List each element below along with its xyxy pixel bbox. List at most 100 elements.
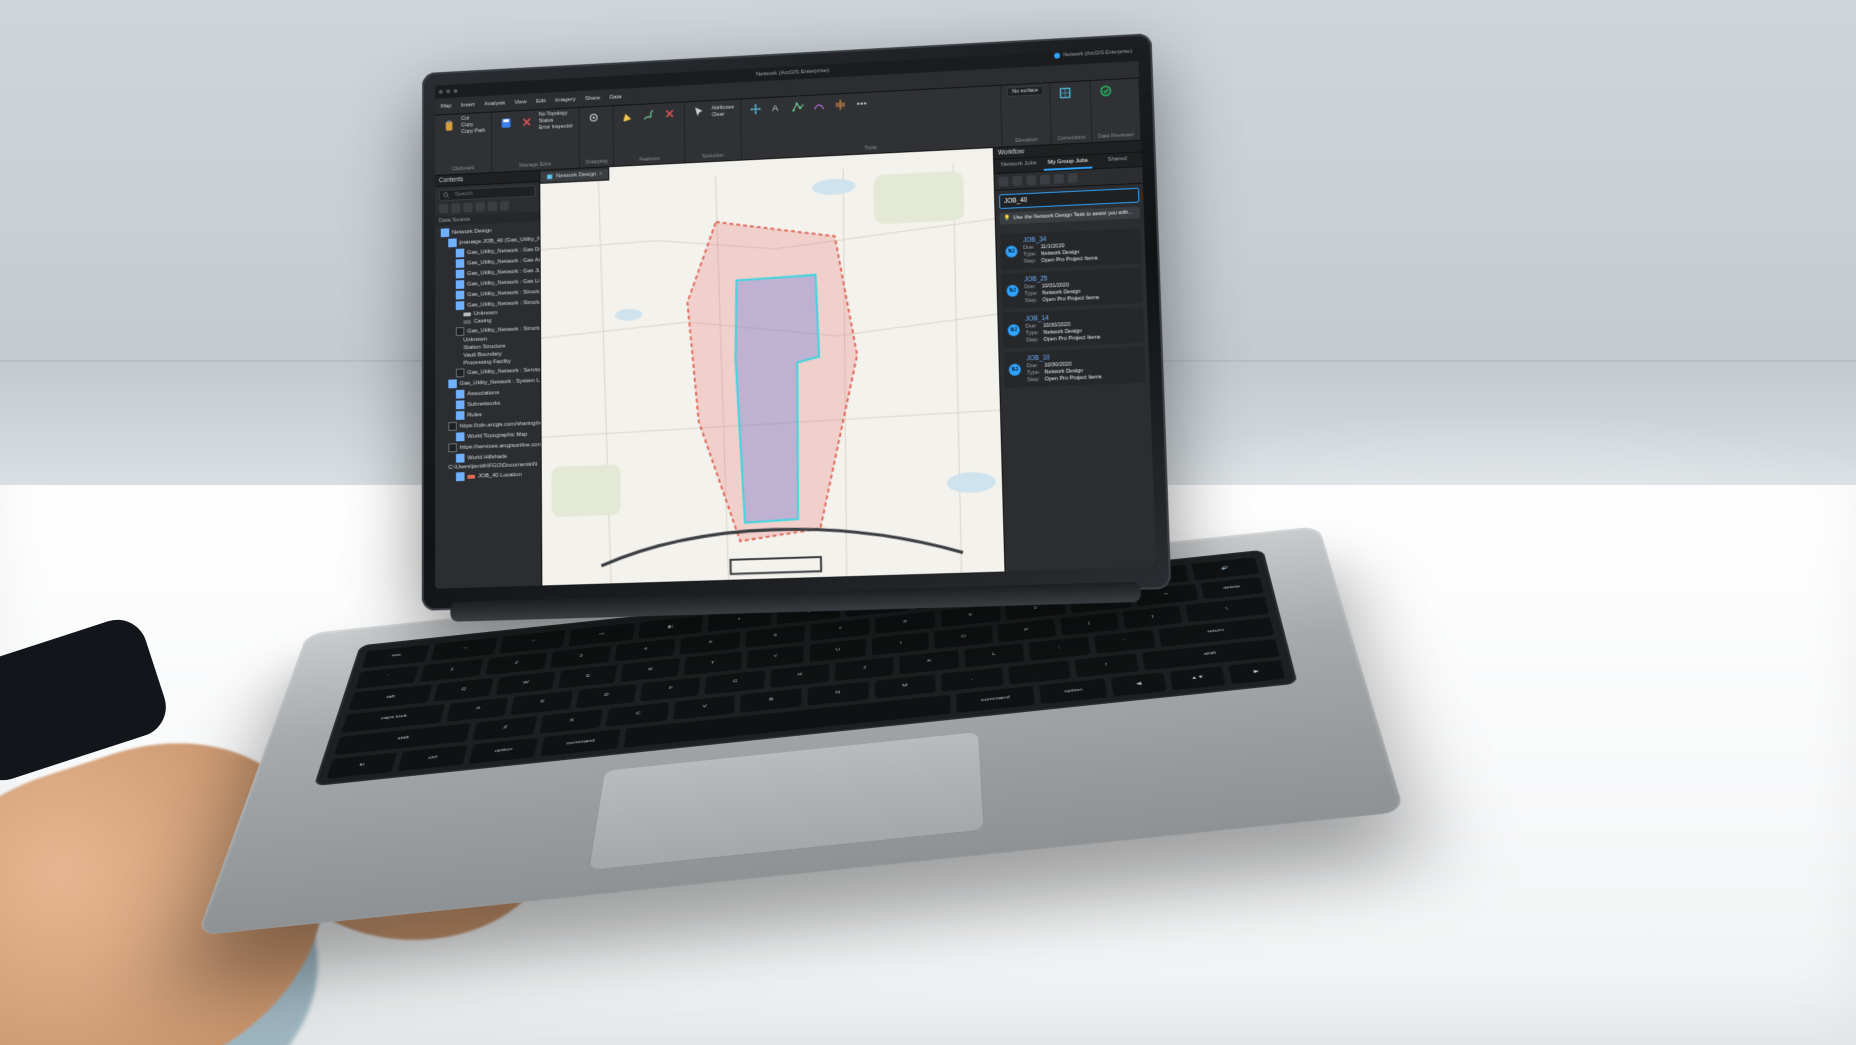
keyboard-key[interactable]: Y [746,645,803,668]
contents-search-input[interactable] [453,187,532,198]
manage-quality-button[interactable] [1096,82,1114,100]
workflow-tab[interactable]: My Group Jobs [1043,155,1093,171]
job-card[interactable]: NJJOB_34Due:11/1/2020Type:Network Design… [1000,228,1141,270]
visibility-checkbox[interactable] [456,259,464,268]
keyboard-key[interactable]: ☼ [431,637,498,660]
keyboard-key[interactable]: Z [473,715,537,740]
keyboard-key[interactable]: O [935,625,992,648]
visibility-checkbox[interactable] [456,280,464,289]
keyboard-key[interactable]: ; [1029,636,1090,660]
keyboard-key[interactable]: C [606,701,669,726]
keyboard-key[interactable]: I [872,632,929,655]
wf-tool-icon[interactable] [1068,173,1078,183]
delete-button[interactable] [661,105,678,123]
list-by-labeling-icon[interactable] [500,201,509,211]
keyboard-key[interactable]: D [576,683,637,707]
modify-button[interactable] [640,106,657,124]
keyboard-key[interactable]: [ [1060,612,1119,635]
keyboard-key[interactable]: 7 [810,617,869,640]
keyboard-key[interactable]: K [900,650,959,674]
visibility-checkbox[interactable] [456,327,464,336]
keyboard-key[interactable]: F [640,677,700,701]
keyboard-key[interactable]: . [1008,660,1070,684]
more-tools-button[interactable] [852,95,870,113]
ribbon-tab-view[interactable]: View [515,99,527,105]
wf-tool-icon[interactable] [1040,174,1050,184]
map-tab[interactable]: Network Design × [540,169,609,182]
keyboard-key[interactable]: U [809,638,866,661]
close-tab-icon[interactable]: × [599,171,602,177]
keyboard-key[interactable]: 3 [550,645,612,668]
elevation-mode-dropdown[interactable]: No surface [1007,85,1043,97]
keyboard-key[interactable]: ☼ [500,630,566,653]
keyboard-key[interactable]: N [807,681,868,705]
visibility-checkbox[interactable] [456,472,465,481]
copy-path-button[interactable]: Copy Path [461,128,485,135]
ribbon-tab-analysis[interactable]: Analysis [484,100,505,107]
keyboard-key[interactable]: 🔊 [1191,557,1258,580]
create-button[interactable] [619,107,636,125]
keyboard-key[interactable]: / [1075,653,1138,677]
wf-tool-icon[interactable] [1012,176,1022,186]
paste-button[interactable] [441,117,458,135]
keyboard-key[interactable]: ◀ [1111,672,1166,696]
map-canvas[interactable] [540,162,1004,586]
job-card[interactable]: NJJOB_14Due:10/30/2020Type:Network Desig… [1002,307,1144,348]
map-view[interactable]: Network Design × [540,148,1004,585]
list-by-snapping-icon[interactable] [488,201,497,211]
qat-icon[interactable] [454,89,458,93]
reshape-tool[interactable] [810,97,828,115]
workflow-tab[interactable]: Network Jobs [994,157,1043,173]
keyboard-key[interactable]: ▲▼ [1170,666,1226,690]
job-card[interactable]: NJJOB_10Due:10/30/2020Type:Network Desig… [1003,347,1145,388]
select-button[interactable] [691,103,708,121]
list-by-selection-icon[interactable] [463,202,472,212]
visibility-checkbox[interactable] [456,390,465,399]
keyboard-key[interactable]: 4 [615,638,676,661]
visibility-checkbox[interactable] [456,291,464,300]
keyboard-key[interactable]: ] [1122,605,1182,628]
keyboard-key[interactable]: 2 [485,651,547,674]
keyboard-key[interactable]: ◧ [638,615,703,638]
keyboard-key[interactable]: Q [434,677,494,700]
ground-to-grid-button[interactable] [1056,84,1074,102]
keyboard-key[interactable]: , [941,667,1003,691]
keyboard-key[interactable]: fn [327,752,397,778]
keyboard-key[interactable]: P [997,618,1055,641]
keyboard-key[interactable]: S [511,690,573,714]
visibility-checkbox[interactable] [456,301,464,310]
wf-tool-icon[interactable] [1054,174,1064,184]
keyboard-key[interactable]: ` [356,665,419,688]
visibility-checkbox[interactable] [456,249,464,258]
discard-edits-button[interactable] [518,113,535,131]
trackpad[interactable] [588,731,985,871]
keyboard-key[interactable]: ▭ [569,622,635,645]
keyboard-key[interactable]: ctrl [398,745,467,771]
visibility-checkbox[interactable] [448,379,457,388]
keyboard-key[interactable]: W [496,671,556,694]
clear-selection-button[interactable]: Clear [712,111,734,118]
keyboard-key[interactable]: L [964,643,1024,667]
keyboard-key[interactable]: delete [1200,576,1263,599]
qat-icon[interactable] [446,89,450,93]
keyboard-key[interactable]: command [956,685,1035,712]
keyboard-key[interactable]: 6 [745,624,805,647]
edit-vertices-tool[interactable] [789,98,807,116]
ribbon-tab-imagery[interactable]: Imagery [555,96,575,103]
visibility-checkbox[interactable] [456,368,465,377]
contents-search[interactable] [439,185,536,201]
ribbon-tab-data[interactable]: Data [610,94,622,100]
visibility-checkbox[interactable] [448,443,457,452]
keyboard-key[interactable]: option [469,737,538,763]
workflow-selected-job[interactable]: JOB_40 [999,188,1139,209]
keyboard-key[interactable]: V [673,694,735,719]
annotation-tool[interactable]: A [767,99,785,117]
list-by-editing-icon[interactable] [475,202,484,212]
keyboard-key[interactable]: 5 [680,631,740,654]
keyboard-key[interactable]: X [540,708,603,733]
keyboard-key[interactable]: 1 [420,658,483,681]
keyboard-key[interactable]: ' [1094,629,1155,653]
keyboard-key[interactable]: H [770,663,829,687]
keyboard-key[interactable]: R [621,658,680,681]
list-by-source-icon[interactable] [451,203,460,213]
